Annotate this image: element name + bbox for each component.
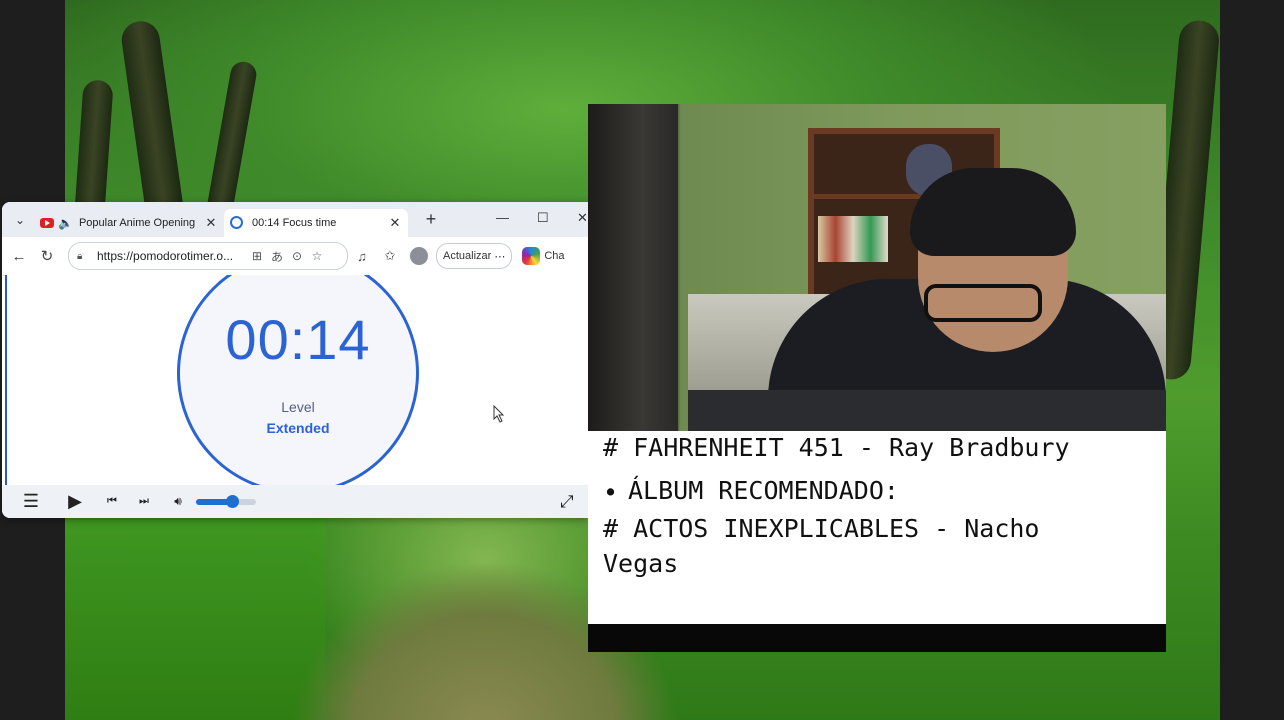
tab-title: Popular Anime Opening [78, 216, 196, 229]
level-value[interactable]: Extended [180, 420, 416, 436]
volume-icon[interactable]: 🔊︎ [168, 494, 188, 509]
album-line: # ACTOS INEXPLICABLES - Nacho [603, 514, 1040, 543]
tab-actions-chevron-icon[interactable]: ⌄ [6, 208, 34, 232]
right-letterbox [1220, 0, 1284, 720]
media-controls: ☰ ▶ ⏮ ⏭ 🔊︎ ⤢ [2, 485, 588, 518]
close-window-icon[interactable]: ✕ [577, 210, 588, 226]
volume-knob[interactable] [226, 494, 239, 508]
timer-ring: 00:14 Level Extended [177, 275, 419, 485]
album-heading: ÁLBUM RECOMENDADO: [628, 476, 899, 505]
laptop [688, 390, 1166, 431]
copilot-label: Cha [544, 250, 565, 262]
menu-icon[interactable]: ☰ [16, 491, 46, 512]
url-field[interactable]: 🔒︎ https://pomodorotimer.o... ⊞ あ ⊙ ☆ [68, 242, 348, 270]
translate-icon[interactable]: あ [267, 248, 287, 265]
tab-strip: ⌄ 🔈 Popular Anime Opening ✕ 00:14 Focus … [2, 202, 588, 237]
new-tab-button[interactable]: + [420, 209, 442, 230]
back-arrow-icon[interactable]: ← [8, 248, 30, 265]
reading-view-icon[interactable]: ⊞ [247, 249, 267, 263]
bullet: • [603, 478, 619, 507]
previous-track-icon[interactable]: ⏮ [102, 495, 122, 508]
tab-popular-anime[interactable]: 🔈 Popular Anime Opening ✕ [34, 209, 224, 237]
profile-avatar[interactable] [410, 247, 428, 265]
glasses [924, 284, 1042, 322]
favorites-icon[interactable]: ✩ [376, 248, 404, 264]
timer-display: 00:14 [225, 308, 371, 371]
pomodoro-page: 00:14 Level Extended [5, 275, 588, 485]
reload-icon[interactable]: ↻ [36, 247, 58, 265]
webcam-feed [588, 104, 1166, 431]
pomodoro-circle-icon [230, 216, 243, 229]
speaker-icon[interactable]: 🔈 [58, 216, 73, 230]
update-label: Actualizar [443, 250, 492, 262]
wardrobe [588, 104, 678, 431]
more-options-icon[interactable]: ⊙ [287, 249, 307, 263]
url-text: https://pomodorotimer.o... [97, 249, 234, 263]
recommendation-caption: # FAHRENHEIT 451 - Ray Bradbury • ÁLBUM … [588, 431, 1166, 624]
play-icon[interactable]: ▶ [60, 491, 90, 512]
fullscreen-icon[interactable]: ⤢ [560, 492, 574, 512]
next-track-icon[interactable]: ⏭ [134, 495, 154, 508]
favorite-star-icon[interactable]: ☆ [307, 249, 327, 263]
close-tab-icon[interactable]: ✕ [204, 215, 218, 231]
volume-slider[interactable] [196, 494, 256, 508]
tab-focus-time[interactable]: 00:14 Focus time ✕ [224, 208, 408, 237]
books [818, 216, 888, 262]
extension-icon[interactable]: ♫ [348, 249, 376, 264]
album-line-continued: Vegas [603, 549, 679, 578]
copilot-icon[interactable] [522, 247, 541, 265]
address-bar-row: ← ↻ 🔒︎ https://pomodorotimer.o... ⊞ あ ⊙ … [2, 237, 588, 276]
level-label: Level [281, 399, 315, 415]
book-line: # FAHRENHEIT 451 - Ray Bradbury [603, 433, 1070, 462]
person-hair [910, 168, 1076, 256]
maximize-icon[interactable]: ☐ [537, 210, 549, 226]
caption-bottom-bar [588, 624, 1166, 652]
minimize-icon[interactable]: — [496, 210, 509, 225]
tab-title: 00:14 Focus time [252, 216, 337, 229]
browser-window: ⌄ 🔈 Popular Anime Opening ✕ 00:14 Focus … [2, 202, 588, 518]
update-button[interactable]: Actualizar ⋯ [436, 243, 513, 269]
youtube-icon [40, 217, 54, 228]
mouse-cursor-icon [493, 405, 505, 423]
page-info-icon[interactable]: 🔒︎ [77, 251, 93, 262]
close-tab-icon[interactable]: ✕ [388, 215, 402, 231]
